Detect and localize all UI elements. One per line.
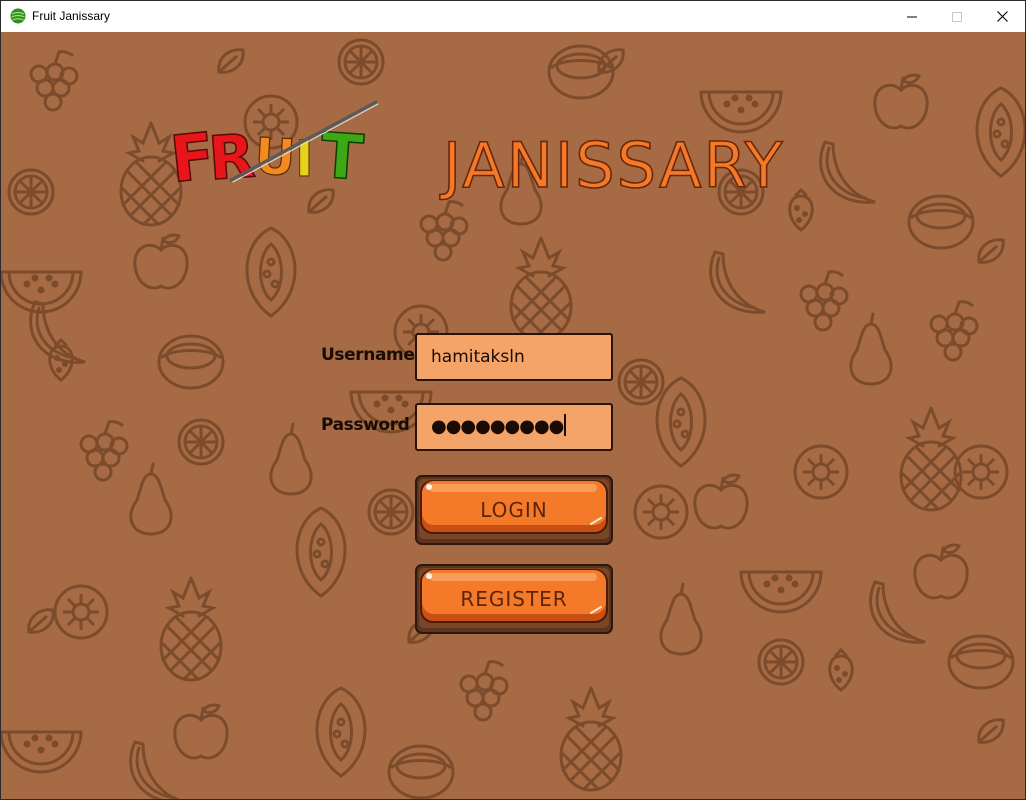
logo-word-janissary: JANISSARY [439,129,785,202]
title-bar[interactable]: Fruit Janissary [1,1,1025,32]
username-input[interactable]: hamitaksln [415,333,613,381]
password-input[interactable]: ●●●●●●●●● [415,403,613,451]
watermelon-icon [10,8,26,24]
text-caret [564,414,567,436]
password-label: Password [321,415,410,435]
register-button-label: REGISTER [460,587,568,611]
logo-letter-r: R [206,121,257,194]
maximize-button[interactable] [934,1,980,32]
minimize-button[interactable] [889,1,935,32]
app-window: Fruit Janissary F R I T JANISSARY Userna… [0,0,1026,800]
minimize-icon [907,16,917,17]
login-button-label: LOGIN [480,498,548,522]
register-button[interactable]: REGISTER [415,563,613,635]
login-button[interactable]: LOGIN [415,474,613,546]
window-title: Fruit Janissary [32,9,111,23]
close-icon [996,11,1008,22]
login-screen: F R U I T JANISSARY Username hamitaksln … [1,32,1025,799]
username-label: Username [321,345,415,365]
password-masked-value: ●●●●●●●●● [431,416,564,437]
maximize-icon [952,11,962,22]
username-value: hamitaksln [431,347,525,367]
fruit-janissary-logo: F R U I T JANISSARY [171,100,785,203]
close-button[interactable] [979,1,1025,32]
